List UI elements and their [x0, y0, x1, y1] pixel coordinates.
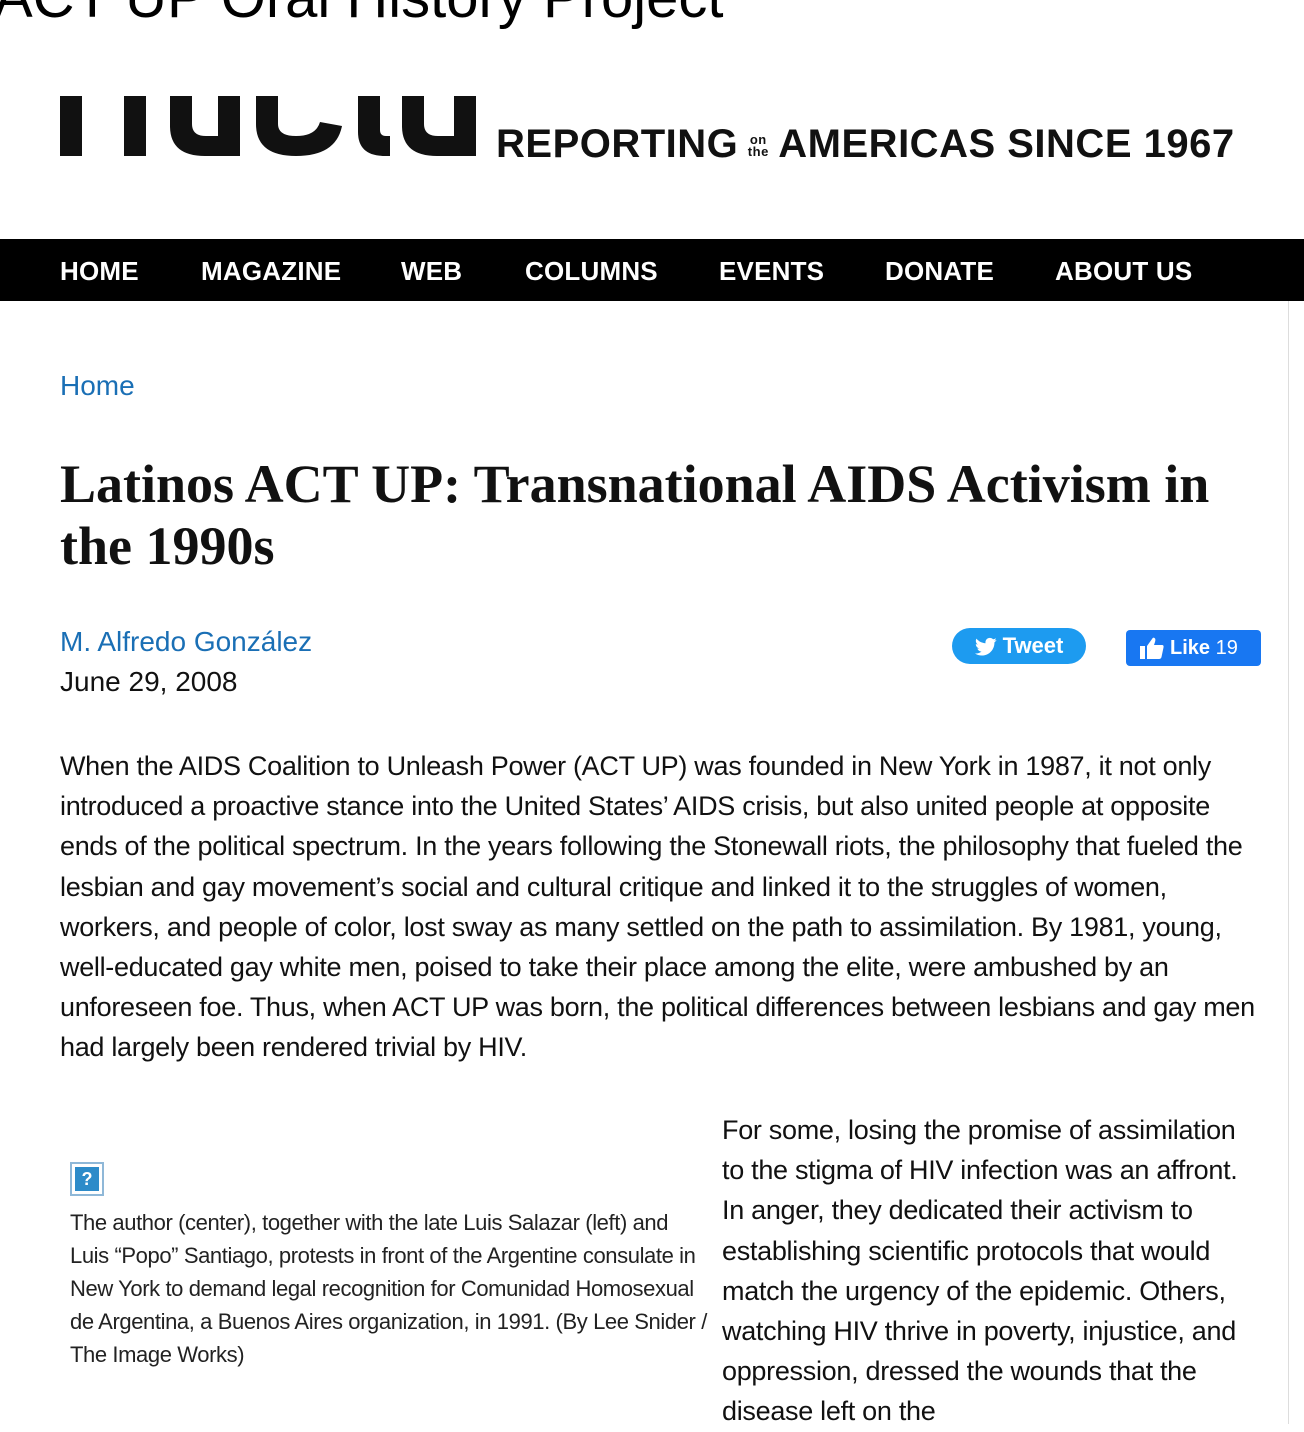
breadcrumb-home[interactable]: Home — [60, 370, 135, 402]
article-figure: ? The author (center), together with the… — [70, 1162, 710, 1371]
logo-tagline: REPORTING on the AMERICAS SINCE 1967 — [496, 122, 1235, 166]
publish-date: June 29, 2008 — [60, 666, 238, 697]
twitter-bird-icon — [974, 637, 997, 656]
content-divider — [1288, 301, 1289, 1424]
nav-item-web[interactable]: WEB — [401, 239, 462, 301]
logo-wordmark: nacla — [60, 96, 480, 158]
nav-item-home[interactable]: HOME — [60, 239, 139, 301]
nav-item-events[interactable]: EVENTS — [719, 239, 824, 301]
nav-item-about-us[interactable]: ABOUT US — [1055, 239, 1192, 301]
article-paragraph: For some, losing the promise of assimila… — [722, 1115, 1238, 1427]
site-logo[interactable]: nacla REPORTINGontheAMERICAS SINCE 1967 — [60, 96, 1260, 176]
broken-image-icon: ? — [70, 1162, 104, 1196]
main-nav: HOME MAGAZINE WEB COLUMNS EVENTS DONATE … — [0, 239, 1304, 301]
page-heading: ACT UP Oral History Project — [0, 0, 723, 30]
thumbs-up-icon — [1140, 637, 1164, 659]
tweet-button[interactable]: Tweet — [952, 628, 1086, 664]
article-title: Latinos ACT UP: Transnational AIDS Activ… — [60, 454, 1210, 576]
facebook-like-button[interactable]: Like 19 — [1126, 630, 1261, 666]
article-lead-paragraph: When the AIDS Coalition to Unleash Power… — [60, 751, 1255, 1063]
nav-item-columns[interactable]: COLUMNS — [525, 239, 658, 301]
like-count: 19 — [1215, 637, 1238, 659]
tweet-label: Tweet — [1002, 633, 1064, 658]
nav-item-magazine[interactable]: MAGAZINE — [201, 239, 341, 301]
like-label: Like — [1170, 637, 1211, 659]
nav-item-donate[interactable]: DONATE — [885, 239, 994, 301]
author-link[interactable]: M. Alfredo González — [60, 626, 312, 658]
figure-caption: The author (center), together with the l… — [70, 1210, 707, 1367]
